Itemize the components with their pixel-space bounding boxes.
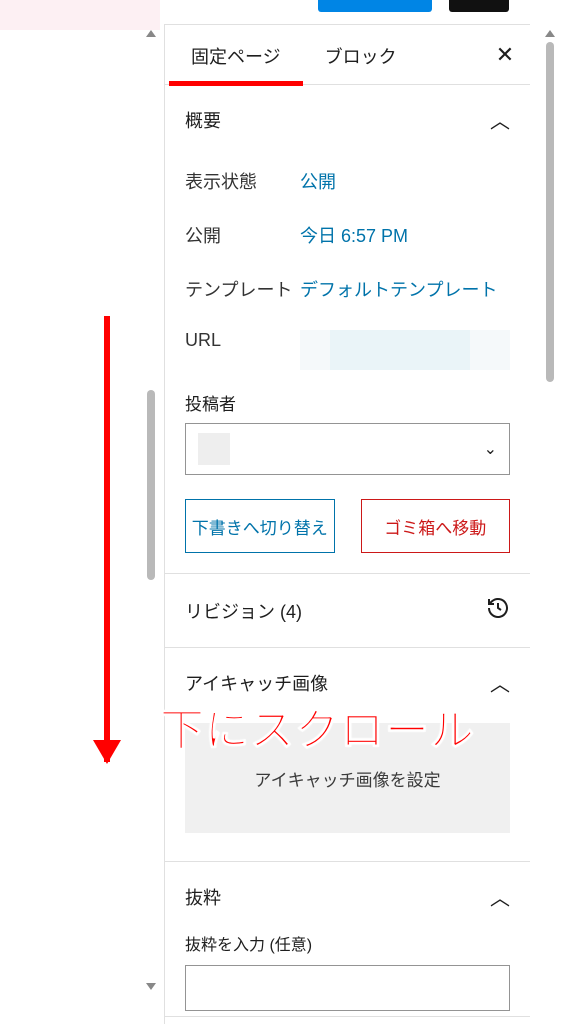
overview-title: 概要 [185, 107, 221, 133]
sidebar-tabs: 固定ページ ブロック ✕ [165, 25, 530, 85]
section-overview: 概要 ︿ 表示状態 公開 公開 今日 6:57 PM テンプレート デフォルトテ… [165, 85, 530, 574]
url-label: URL [185, 330, 300, 351]
move-to-trash-button[interactable]: ゴミ箱へ移動 [361, 499, 511, 553]
settings-button-partial[interactable] [449, 0, 509, 12]
revisions-button[interactable]: リビジョン (4) [165, 574, 530, 648]
publish-label: 公開 [185, 222, 300, 248]
template-label: テンプレート [185, 276, 300, 302]
close-icon: ✕ [496, 42, 514, 68]
chevron-up-icon: ︿ [490, 105, 510, 134]
excerpt-toggle[interactable]: 抜粋 ︿ [165, 862, 530, 931]
visibility-label: 表示状態 [185, 168, 300, 194]
close-sidebar-button[interactable]: ✕ [484, 34, 526, 76]
overview-toggle[interactable]: 概要 ︿ [165, 85, 530, 154]
chevron-down-icon: ⌄ [484, 439, 497, 459]
chevron-up-icon: ︿ [490, 668, 510, 697]
tab-page[interactable]: 固定ページ [169, 25, 303, 85]
scroll-down-icon[interactable] [146, 983, 156, 990]
settings-sidebar: 固定ページ ブロック ✕ 概要 ︿ 表示状態 公開 公開 今日 6:57 PM [164, 24, 530, 1024]
scroll-up-icon[interactable] [146, 30, 156, 37]
excerpt-label: 抜粋を入力 (任意) [185, 931, 510, 955]
avatar [198, 433, 230, 465]
editor-scrollbar[interactable] [145, 30, 157, 990]
publish-button-partial[interactable] [318, 0, 432, 12]
section-excerpt: 抜粋 ︿ 抜粋を入力 (任意) [165, 862, 530, 1017]
revisions-label: リビジョン [185, 602, 275, 622]
history-icon [486, 596, 510, 625]
revisions-count: (4) [280, 602, 302, 622]
sidebar-scrollbar[interactable] [544, 30, 556, 1020]
scroll-up-icon[interactable] [545, 30, 555, 37]
publish-value[interactable]: 今日 6:57 PM [300, 222, 408, 248]
scroll-thumb[interactable] [546, 42, 554, 382]
chevron-up-icon: ︿ [490, 882, 510, 911]
author-select[interactable]: ⌄ [185, 423, 510, 475]
url-value[interactable] [300, 330, 510, 370]
featured-image-toggle[interactable]: アイキャッチ画像 ︿ [165, 648, 530, 717]
tab-block[interactable]: ブロック [303, 25, 419, 85]
excerpt-textarea[interactable] [185, 965, 510, 1011]
annotation-arrow [104, 316, 110, 762]
editor-bg-pink [0, 0, 160, 30]
visibility-value[interactable]: 公開 [300, 168, 336, 194]
excerpt-title: 抜粋 [185, 884, 221, 910]
template-value[interactable]: デフォルトテンプレート [300, 276, 497, 302]
switch-to-draft-button[interactable]: 下書きへ切り替え [185, 499, 335, 553]
featured-image-title: アイキャッチ画像 [185, 670, 328, 696]
section-featured-image: アイキャッチ画像 ︿ アイキャッチ画像を設定 [165, 648, 530, 862]
scroll-thumb[interactable] [147, 390, 155, 580]
set-featured-image-button[interactable]: アイキャッチ画像を設定 [185, 723, 510, 833]
author-label: 投稿者 [185, 390, 510, 415]
